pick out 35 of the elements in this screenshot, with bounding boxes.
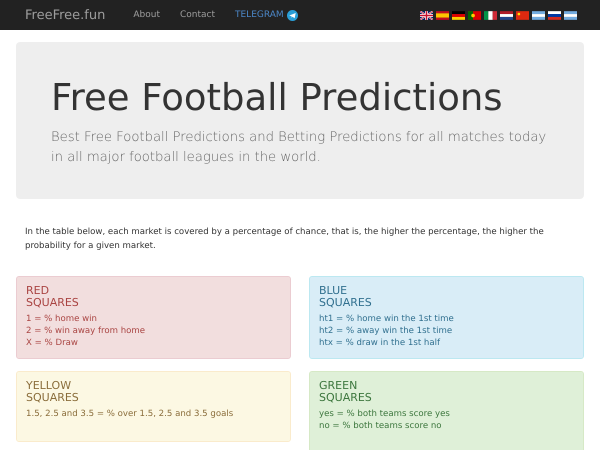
flag-icon[interactable] bbox=[484, 10, 497, 20]
card-title: SQUARES bbox=[319, 392, 373, 404]
brand-link[interactable]: FreeFree.fun bbox=[25, 8, 106, 22]
legend-line: htx = % draw in the 1st half bbox=[319, 336, 442, 349]
card-title: SQUARES bbox=[319, 296, 373, 309]
flag-icon[interactable] bbox=[452, 10, 465, 20]
hero-subtitle: Best Free Football Predictions and Betting Predictions for all matches today in all major football leagues in the world. bbox=[51, 129, 548, 168]
telegram-link[interactable]: TELEGRAM bbox=[235, 10, 284, 20]
flag-icon[interactable] bbox=[548, 10, 561, 20]
flag-icon[interactable] bbox=[436, 10, 449, 20]
legend-line: ht1 = % home win the 1st time bbox=[319, 312, 455, 325]
legend-line: 1.5, 2.5 and 3.5 = % over 1.5, 2.5 and 3.5 goals bbox=[26, 408, 234, 420]
flag-icon[interactable] bbox=[420, 10, 433, 20]
nav-link[interactable]: Contact bbox=[180, 10, 215, 20]
flag-icon[interactable] bbox=[516, 10, 529, 20]
legend-line: X = % Draw bbox=[26, 336, 79, 349]
legend-line: yes = % both teams score yes bbox=[319, 408, 451, 420]
legend-line: no = % both teams score no bbox=[319, 420, 443, 432]
flag-icon[interactable] bbox=[500, 10, 513, 20]
card-title: BLUE bbox=[319, 284, 348, 297]
card-title: SQUARES bbox=[26, 296, 80, 309]
card-title: YELLOW bbox=[26, 380, 72, 392]
flag-icon[interactable] bbox=[468, 10, 481, 20]
flag-icon[interactable] bbox=[564, 10, 577, 20]
card-title: RED bbox=[26, 284, 50, 297]
legend-line: ht2 = % away win the 1st time bbox=[319, 324, 454, 337]
card-title: GREEN bbox=[319, 380, 358, 392]
nav-link[interactable]: About bbox=[133, 10, 160, 20]
paper-plane-icon bbox=[286, 10, 298, 20]
card-title: SQUARES bbox=[26, 392, 80, 404]
hero-title: Free Football Predictions bbox=[51, 76, 504, 120]
flag-icon[interactable] bbox=[532, 10, 545, 20]
legend-line: 1 = % home win bbox=[26, 312, 98, 325]
intro-text: In the table below, each market is covered by a percentage of chance, that is, the higher the percentage, the higher the probability for a given market. bbox=[25, 226, 545, 253]
legend-line: 2 = % win away from home bbox=[26, 324, 146, 337]
